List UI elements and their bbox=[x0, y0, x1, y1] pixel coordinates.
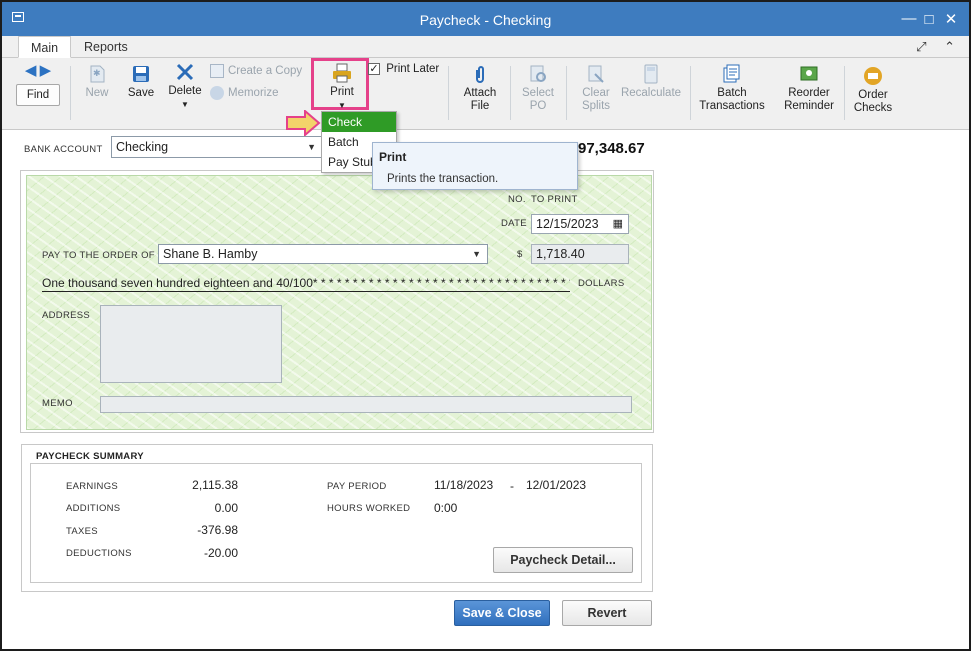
close-icon[interactable]: ✕ bbox=[942, 10, 960, 28]
tab-main[interactable]: Main bbox=[18, 36, 72, 58]
hours-worked-value: 0:00 bbox=[434, 501, 458, 515]
earnings-value: 2,115.38 bbox=[192, 478, 238, 492]
clear-splits-icon bbox=[588, 65, 604, 83]
additions-value: 0.00 bbox=[214, 501, 238, 515]
ribbon-toolbar: ◀ ▶ Find ✱ New Save Delete ▼ Create a Co… bbox=[2, 58, 969, 130]
print-button[interactable]: Print ▼ bbox=[320, 63, 364, 112]
reorder-reminder-button[interactable]: Reorder Reminder bbox=[780, 64, 838, 113]
address-field[interactable] bbox=[100, 305, 282, 383]
reorder-icon bbox=[800, 66, 818, 81]
order-checks-button[interactable]: Order Checks bbox=[850, 66, 896, 115]
minimize-icon[interactable]: — bbox=[900, 10, 918, 27]
calendar-icon[interactable]: ▦ bbox=[613, 215, 623, 233]
checkbox-checked-icon[interactable]: ✓ bbox=[368, 63, 380, 75]
memorize-icon bbox=[210, 86, 224, 100]
date-label: DATE bbox=[501, 218, 527, 229]
taxes-value: -376.98 bbox=[197, 523, 238, 537]
delete-dropdown-icon[interactable]: ▼ bbox=[166, 98, 204, 111]
select-po-icon bbox=[530, 65, 546, 82]
ending-balance: 97,348.67 bbox=[578, 140, 645, 157]
summary-title: PAYCHECK SUMMARY bbox=[36, 451, 144, 462]
deductions-value: -20.00 bbox=[203, 546, 238, 560]
recalculate-button[interactable]: Recalculate bbox=[620, 64, 682, 100]
taxes-label: TAXES bbox=[66, 526, 98, 537]
memo-label: MEMO bbox=[42, 398, 73, 409]
hours-worked-label: HOURS WORKED bbox=[327, 503, 411, 514]
chevron-down-icon[interactable]: ▼ bbox=[472, 245, 481, 263]
revert-button[interactable]: Revert bbox=[562, 600, 652, 626]
new-button[interactable]: ✱ New bbox=[80, 64, 114, 100]
batch-transactions-button[interactable]: Batch Transactions bbox=[696, 64, 768, 113]
title-bar: Paycheck - Checking — □ ✕ bbox=[2, 2, 969, 36]
clear-splits-button[interactable]: Clear Splits bbox=[574, 64, 618, 113]
forward-arrow-icon[interactable]: ▶ bbox=[40, 62, 52, 79]
back-arrow-icon[interactable]: ◀ bbox=[25, 62, 37, 79]
attach-file-button[interactable]: Attach File bbox=[458, 64, 502, 113]
find-button[interactable]: Find bbox=[16, 84, 60, 106]
window-title: Paycheck - Checking bbox=[419, 12, 552, 28]
pay-period-start: 11/18/2023 bbox=[434, 478, 494, 492]
save-button[interactable]: Save bbox=[124, 64, 158, 100]
menu-item-check[interactable]: Check bbox=[322, 112, 396, 132]
address-label: ADDRESS bbox=[42, 310, 91, 321]
print-later-checkbox[interactable]: ✓ Print Later bbox=[368, 63, 448, 76]
paycheck-detail-button[interactable]: Paycheck Detail... bbox=[493, 547, 633, 573]
order-checks-icon bbox=[864, 67, 882, 85]
check-no-label: NO. bbox=[508, 194, 526, 205]
create-copy-button[interactable]: Create a Copy bbox=[210, 64, 310, 78]
save-disk-icon bbox=[133, 66, 149, 82]
pointer-arrow-icon bbox=[286, 110, 321, 136]
date-field[interactable]: 12/15/2023 ▦ bbox=[531, 214, 629, 234]
earnings-label: EARNINGS bbox=[66, 481, 119, 492]
delete-x-icon bbox=[176, 63, 194, 81]
new-doc-icon: ✱ bbox=[90, 65, 105, 83]
bank-account-label: BANK ACCOUNT bbox=[24, 144, 103, 155]
expand-icon[interactable]: ⤢ bbox=[916, 39, 926, 54]
pay-period-end: 12/01/2023 bbox=[526, 478, 587, 492]
save-and-close-button[interactable]: Save & Close bbox=[454, 600, 550, 626]
amount-in-words: One thousand seven hundred eighteen and … bbox=[42, 276, 570, 292]
collapse-ribbon-icon[interactable]: ⌃ bbox=[944, 39, 955, 54]
paycheck-window: Paycheck - Checking — □ ✕ Main Reports ⤢… bbox=[0, 0, 971, 651]
check-no-value: TO PRINT bbox=[531, 194, 578, 205]
tab-reports[interactable]: Reports bbox=[72, 36, 140, 58]
pay-to-label: PAY TO THE ORDER OF bbox=[42, 250, 155, 261]
bank-account-select[interactable]: Checking ▼ bbox=[111, 136, 323, 158]
dollar-sign: $ bbox=[517, 249, 523, 260]
pay-period-label: PAY PERIOD bbox=[327, 481, 387, 492]
additions-label: ADDITIONS bbox=[66, 503, 121, 514]
copy-icon bbox=[210, 64, 224, 78]
maximize-icon[interactable]: □ bbox=[920, 11, 938, 28]
pay-period-separator: - bbox=[510, 479, 514, 493]
memorize-button[interactable]: Memorize bbox=[210, 86, 310, 100]
deductions-label: DEDUCTIONS bbox=[66, 548, 132, 559]
paperclip-icon bbox=[476, 66, 484, 83]
print-tooltip: Print Prints the transaction. bbox=[372, 142, 578, 190]
memo-field[interactable] bbox=[100, 396, 632, 413]
prev-next-arrows[interactable]: ◀ ▶ bbox=[18, 62, 58, 79]
payee-select[interactable]: Shane B. Hamby ▼ bbox=[158, 244, 488, 264]
delete-button[interactable]: Delete ▼ bbox=[166, 62, 204, 111]
dollars-label: DOLLARS bbox=[578, 278, 625, 289]
chevron-down-icon[interactable]: ▼ bbox=[307, 137, 316, 157]
select-po-button[interactable]: Select PO bbox=[518, 64, 558, 113]
calculator-icon bbox=[644, 64, 658, 84]
batch-icon bbox=[723, 64, 740, 83]
svg-text:✱: ✱ bbox=[93, 68, 101, 78]
printer-icon bbox=[333, 63, 351, 83]
amount-field[interactable]: 1,718.40 bbox=[531, 244, 629, 264]
ribbon-tabs: Main Reports ⤢ ⌃ bbox=[2, 36, 969, 58]
